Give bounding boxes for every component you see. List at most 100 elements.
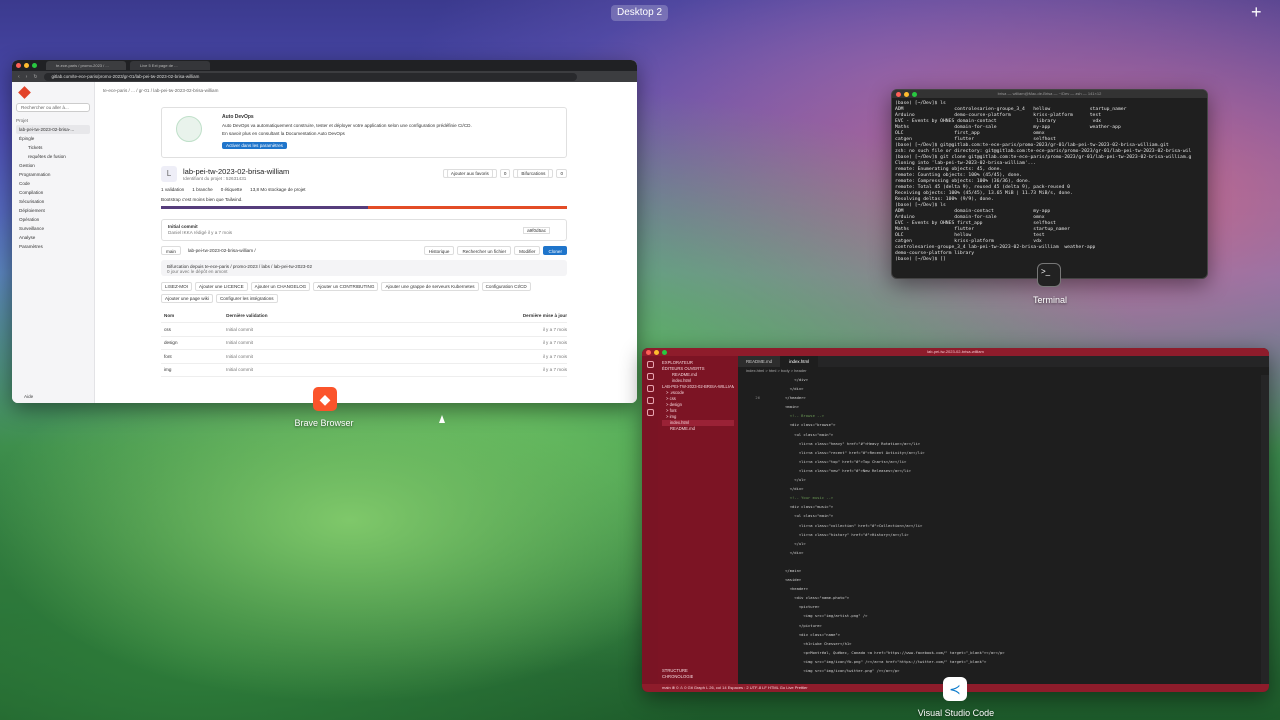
terminal-output[interactable]: (base) [~/Dev]$ ls ADM controlesarien-gro… bbox=[892, 98, 1207, 266]
devops-more-link[interactable]: En savoir plus en consultant la Document… bbox=[222, 131, 560, 136]
tab-readme[interactable]: README.md bbox=[738, 356, 782, 367]
vscode-label[interactable]: Visual Studio Code bbox=[906, 708, 1006, 718]
terminal-icon[interactable]: >_ bbox=[1037, 263, 1061, 287]
vscode-window[interactable]: lab-pei-tw-2023-02-brisa-william EXPLORA… bbox=[642, 348, 1269, 692]
code-line[interactable]: <li><a class="recent" href="#">Recent Ac… bbox=[738, 448, 1261, 457]
code-line[interactable]: <!-- Your music --> bbox=[738, 493, 1261, 502]
code-line[interactable]: <li><a class="heavy" href="#">Heavy Rota… bbox=[738, 439, 1261, 448]
table-row[interactable]: css Initial commit il y a 7 mois bbox=[161, 322, 567, 337]
code-line[interactable]: </div> bbox=[738, 548, 1261, 557]
sidebar-item-plan[interactable]: Programmation bbox=[16, 170, 90, 179]
browser-tab[interactable]: te-ece-paris / promo-2023 / ... bbox=[46, 61, 126, 70]
code-line[interactable]: <picture> bbox=[738, 602, 1261, 611]
desktop-label[interactable]: Desktop 2 bbox=[611, 5, 668, 21]
sidebar-item-settings[interactable]: Paramètres bbox=[16, 242, 90, 251]
zoom-window-icon[interactable] bbox=[32, 63, 37, 68]
code-line[interactable]: </ul> bbox=[738, 539, 1261, 548]
minimize-window-icon[interactable] bbox=[24, 63, 29, 68]
add-license-button[interactable]: Ajouter une LICENCE bbox=[194, 282, 248, 291]
explorer-icon[interactable] bbox=[646, 361, 654, 368]
code-line[interactable]: <div class="name-photo"> bbox=[738, 593, 1261, 602]
address-bar[interactable]: gitlab.com/te-ece-paris/promo-2023/gr-01… bbox=[43, 72, 577, 81]
code-line[interactable] bbox=[738, 557, 1261, 566]
cicd-config-button[interactable]: Configuration CI/CD bbox=[481, 282, 531, 291]
add-kubernetes-button[interactable]: Ajouter une grappe de serveurs Kubernete… bbox=[381, 282, 479, 291]
code-line[interactable]: </div> bbox=[738, 484, 1261, 493]
back-icon[interactable]: ‹ bbox=[18, 74, 20, 80]
add-wiki-button[interactable]: Ajouter une page wiki bbox=[161, 294, 213, 303]
file-name[interactable]: css bbox=[161, 322, 224, 337]
sidebar-item-analyze[interactable]: Analyse bbox=[16, 233, 90, 242]
gitlab-logo-icon[interactable] bbox=[18, 86, 31, 99]
code-line[interactable]: </div> bbox=[738, 384, 1261, 393]
code-line[interactable]: <ul class="main"> bbox=[738, 511, 1261, 520]
sidebar-item-pinned[interactable]: Épingle bbox=[16, 134, 90, 143]
file-commit[interactable]: Initial commit bbox=[223, 363, 390, 377]
tree-item[interactable]: README.md bbox=[662, 426, 734, 432]
find-file-button[interactable]: Rechercher un fichier bbox=[457, 246, 512, 255]
breadcrumb[interactable]: te-ece-paris / ... / gr-01 / lab-pei-tw-… bbox=[103, 88, 218, 93]
code-line[interactable]: </div> bbox=[738, 375, 1261, 384]
code-line[interactable]: </main> bbox=[738, 566, 1261, 575]
commit-title[interactable]: Initial commit bbox=[168, 224, 198, 229]
code-line[interactable]: </ul> bbox=[738, 475, 1261, 484]
vscode-icon[interactable]: ≺ bbox=[943, 677, 967, 701]
sidebar-item-secure[interactable]: Sécurisation bbox=[16, 197, 90, 206]
brave-browser-window[interactable]: te-ece-paris / promo-2023 / ... Live 5 E… bbox=[12, 60, 637, 403]
file-commit[interactable]: Initial commit bbox=[223, 349, 390, 364]
extensions-icon[interactable] bbox=[646, 409, 654, 416]
help-link[interactable]: Aide bbox=[24, 394, 33, 399]
close-window-icon[interactable] bbox=[896, 91, 901, 97]
add-contributing-button[interactable]: Ajouter un CONTRIBUTING bbox=[313, 282, 379, 291]
edit-button[interactable]: Modifier bbox=[514, 246, 541, 255]
file-name[interactable]: design bbox=[161, 336, 224, 350]
code-line[interactable]: <aside> bbox=[738, 575, 1261, 584]
minimize-window-icon[interactable] bbox=[654, 349, 659, 355]
forks-button[interactable]: Bifurcations bbox=[513, 169, 554, 178]
sidebar-item-operate[interactable]: Opération bbox=[16, 215, 90, 224]
star-button[interactable]: Ajouter aux favoris bbox=[442, 169, 497, 178]
browser-tab[interactable]: Live 5 Ext page de ... bbox=[130, 61, 210, 70]
sidebar-item-project[interactable]: lab-pei-tw-2023-02-brisa-... bbox=[16, 125, 90, 134]
configure-integrations-button[interactable]: Configurer les intégrations bbox=[215, 294, 278, 303]
code-line[interactable]: <li><a class="top" href="#">Top Charts</… bbox=[738, 457, 1261, 466]
minimize-window-icon[interactable] bbox=[904, 91, 909, 97]
clone-button[interactable]: Cloner bbox=[543, 246, 567, 255]
stat-storage[interactable]: 13,8 Mo stockage de projet bbox=[250, 187, 305, 192]
timeline-section[interactable]: CHRONOLOGIE bbox=[662, 674, 693, 680]
branch-select[interactable]: main bbox=[161, 246, 181, 255]
source-control-icon[interactable] bbox=[646, 385, 654, 392]
code-line[interactable]: <main> bbox=[738, 402, 1261, 411]
stat-commits[interactable]: 1 validation bbox=[161, 187, 184, 192]
editor-breadcrumb[interactable]: index.html > html > body > header bbox=[738, 367, 1269, 374]
code-line[interactable]: <li><a class="history" href="#">History<… bbox=[738, 530, 1261, 539]
sidebar-item-deploy[interactable]: Déploiement bbox=[16, 206, 90, 215]
sidebar-item-monitor[interactable]: Surveillance bbox=[16, 224, 90, 233]
terminal-window[interactable]: brisa — william@Mac-de-Brisa — ~/Dev — z… bbox=[891, 89, 1208, 279]
reload-icon[interactable]: ↻ bbox=[33, 74, 37, 80]
readme-button[interactable]: LISEZ-MOI bbox=[161, 282, 192, 291]
sidebar-item-manage[interactable]: Gestion bbox=[16, 161, 90, 170]
stat-tags[interactable]: 0 étiquette bbox=[221, 187, 242, 192]
stat-branches[interactable]: 1 branche bbox=[192, 187, 212, 192]
code-line[interactable]: <img src="img/icon/twitter.png" /></a></… bbox=[738, 666, 1261, 675]
file-name[interactable]: img bbox=[161, 363, 224, 377]
sidebar-item-merge-requests[interactable]: requêtes de fusion bbox=[16, 152, 90, 161]
search-icon[interactable] bbox=[646, 373, 654, 380]
code-line[interactable]: <div class="name"> bbox=[738, 630, 1261, 639]
run-debug-icon[interactable] bbox=[646, 397, 654, 404]
brave-label[interactable]: Brave Browser bbox=[274, 418, 374, 428]
close-window-icon[interactable] bbox=[16, 63, 21, 68]
terminal-label[interactable]: Terminal bbox=[1000, 295, 1100, 305]
file-commit[interactable]: Initial commit bbox=[223, 322, 390, 337]
brave-icon[interactable]: ◆ bbox=[313, 387, 337, 411]
zoom-window-icon[interactable] bbox=[662, 349, 667, 355]
add-desktop-button[interactable]: + bbox=[1251, 3, 1262, 21]
code-line[interactable]: <header> bbox=[738, 584, 1261, 593]
table-row[interactable]: font Initial commit il y a 7 mois bbox=[161, 349, 567, 364]
file-commit[interactable]: Initial commit bbox=[223, 336, 390, 350]
commit-sha[interactable]: a9f0d5ac bbox=[523, 227, 550, 234]
code-line[interactable]: <li><a class="new" href="#">New Releases… bbox=[738, 466, 1261, 475]
add-changelog-button[interactable]: Ajouter un CHANGELOG bbox=[250, 282, 311, 291]
code-line[interactable]: <div class="browse"> bbox=[738, 420, 1261, 429]
